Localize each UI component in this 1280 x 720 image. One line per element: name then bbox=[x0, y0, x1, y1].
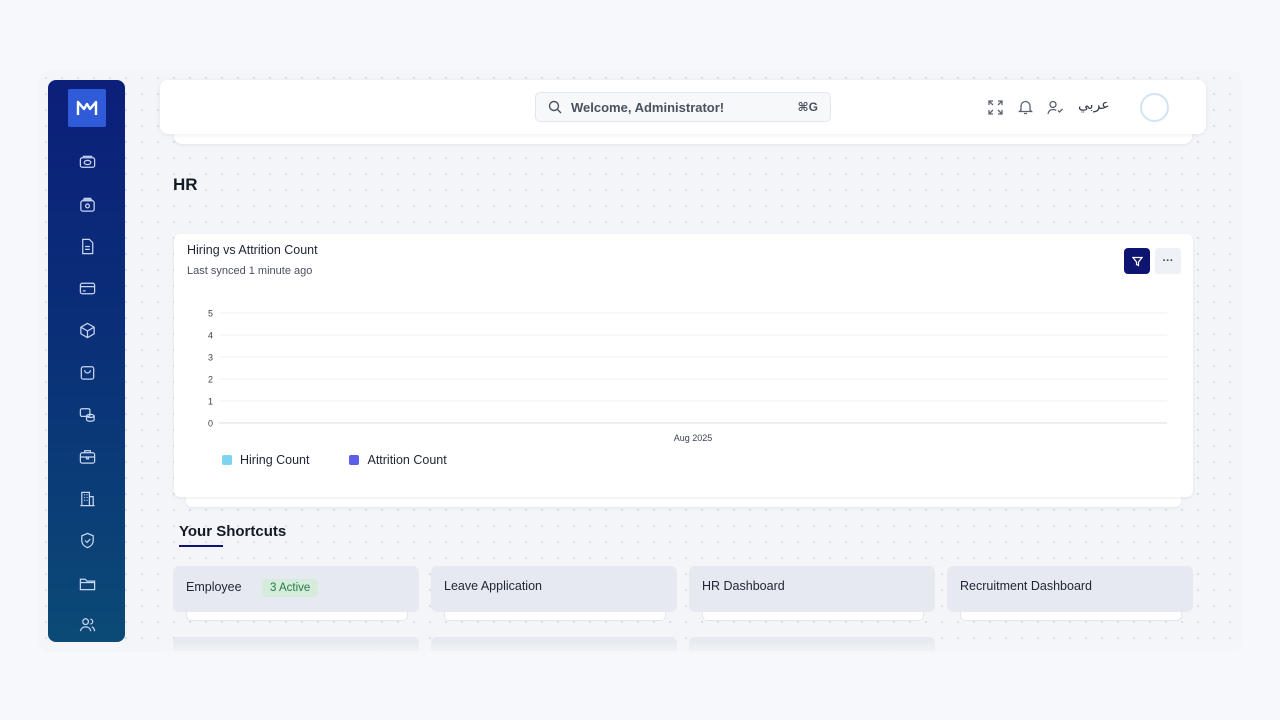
shortcut-hr-dashboard[interactable]: HR Dashboard bbox=[689, 566, 935, 612]
y-tick-label: 4 bbox=[208, 331, 213, 341]
cube-icon bbox=[79, 322, 95, 338]
page-title: HR bbox=[173, 175, 198, 194]
sidebar-item-organization[interactable] bbox=[75, 486, 99, 510]
fullscreen-button[interactable] bbox=[985, 97, 1005, 117]
sidebar-item-inventory[interactable] bbox=[75, 318, 99, 342]
credit-card-icon bbox=[79, 282, 95, 294]
folder-icon bbox=[79, 578, 95, 590]
y-tick-label: 2 bbox=[208, 375, 213, 385]
users-icon bbox=[79, 617, 95, 631]
status-badge: 3 Active bbox=[262, 579, 319, 597]
user-status-button[interactable] bbox=[1045, 97, 1065, 117]
shortcut-label: Recruitment Dashboard bbox=[960, 579, 1093, 593]
global-search[interactable]: Welcome, Administrator! ⌘G bbox=[535, 92, 831, 122]
database-icon bbox=[79, 407, 95, 422]
y-tick-label: 0 bbox=[208, 419, 213, 429]
sidebar-item-payments[interactable] bbox=[75, 276, 99, 300]
shortcut-label: Employee bbox=[186, 580, 242, 594]
sidebar-item-people[interactable] bbox=[75, 612, 99, 636]
search-icon bbox=[548, 100, 562, 114]
y-tick-label: 1 bbox=[208, 397, 213, 407]
sidebar bbox=[48, 80, 125, 642]
sidebar-item-finance[interactable] bbox=[75, 192, 99, 216]
search-shortcut-hint: ⌘G bbox=[797, 100, 818, 114]
sidebar-item-data[interactable] bbox=[75, 402, 99, 426]
legend-swatch bbox=[222, 455, 232, 465]
app-logo[interactable] bbox=[68, 89, 106, 127]
document-icon bbox=[81, 238, 93, 254]
sidebar-item-dashboard[interactable] bbox=[75, 150, 99, 174]
sidebar-item-sales[interactable] bbox=[75, 360, 99, 384]
shortcut-employee[interactable]: Employee 3 Active bbox=[173, 566, 419, 612]
shopping-bag-icon bbox=[80, 365, 94, 380]
legend-item[interactable]: Attrition Count bbox=[349, 453, 447, 467]
logo-mark-icon bbox=[76, 100, 98, 115]
shortcut-label: Leave Application bbox=[444, 579, 542, 593]
scroll-fade bbox=[160, 640, 1240, 654]
legend-label: Attrition Count bbox=[367, 453, 447, 467]
sidebar-item-documents[interactable] bbox=[75, 234, 99, 258]
money-icon bbox=[79, 197, 95, 212]
expand-icon bbox=[987, 99, 1003, 115]
bell-icon bbox=[1017, 100, 1033, 115]
y-tick-label: 5 bbox=[208, 309, 213, 319]
sidebar-item-hr[interactable] bbox=[75, 444, 99, 468]
chart-legend: Hiring Count Attrition Count bbox=[222, 453, 447, 467]
notifications-button[interactable] bbox=[1015, 97, 1035, 117]
shortcut-recruitment-dashboard[interactable]: Recruitment Dashboard bbox=[947, 566, 1193, 612]
user-check-icon bbox=[1046, 100, 1063, 114]
shortcuts-title: Your Shortcuts bbox=[179, 523, 287, 540]
legend-swatch bbox=[349, 455, 360, 465]
search-welcome-text: Welcome, Administrator! bbox=[571, 99, 725, 115]
sidebar-item-files[interactable] bbox=[75, 571, 99, 595]
legend-label: Hiring Count bbox=[240, 453, 310, 467]
y-tick-label: 3 bbox=[208, 353, 213, 363]
shortcut-label: HR Dashboard bbox=[702, 579, 785, 593]
legend-item[interactable]: Hiring Count bbox=[222, 453, 309, 467]
sidebar-item-security[interactable] bbox=[75, 528, 99, 552]
language-toggle[interactable]: عربي bbox=[1078, 97, 1110, 113]
user-avatar[interactable] bbox=[1140, 93, 1169, 122]
building-icon bbox=[79, 491, 95, 506]
shortcuts-title-underline bbox=[179, 545, 223, 547]
briefcase-icon bbox=[79, 449, 95, 464]
hiring-attrition-chart-card: Hiring vs Attrition Count Last synced 1 … bbox=[174, 234, 1193, 497]
shortcut-leave-application[interactable]: Leave Application bbox=[431, 566, 677, 612]
chart-card-underlay bbox=[186, 496, 1181, 507]
dashboard-icon bbox=[79, 155, 95, 168]
shield-check-icon bbox=[80, 532, 94, 548]
top-bar: Welcome, Administrator! ⌘G عربي bbox=[160, 80, 1206, 134]
x-tick-label: Aug 2025 bbox=[674, 433, 713, 443]
